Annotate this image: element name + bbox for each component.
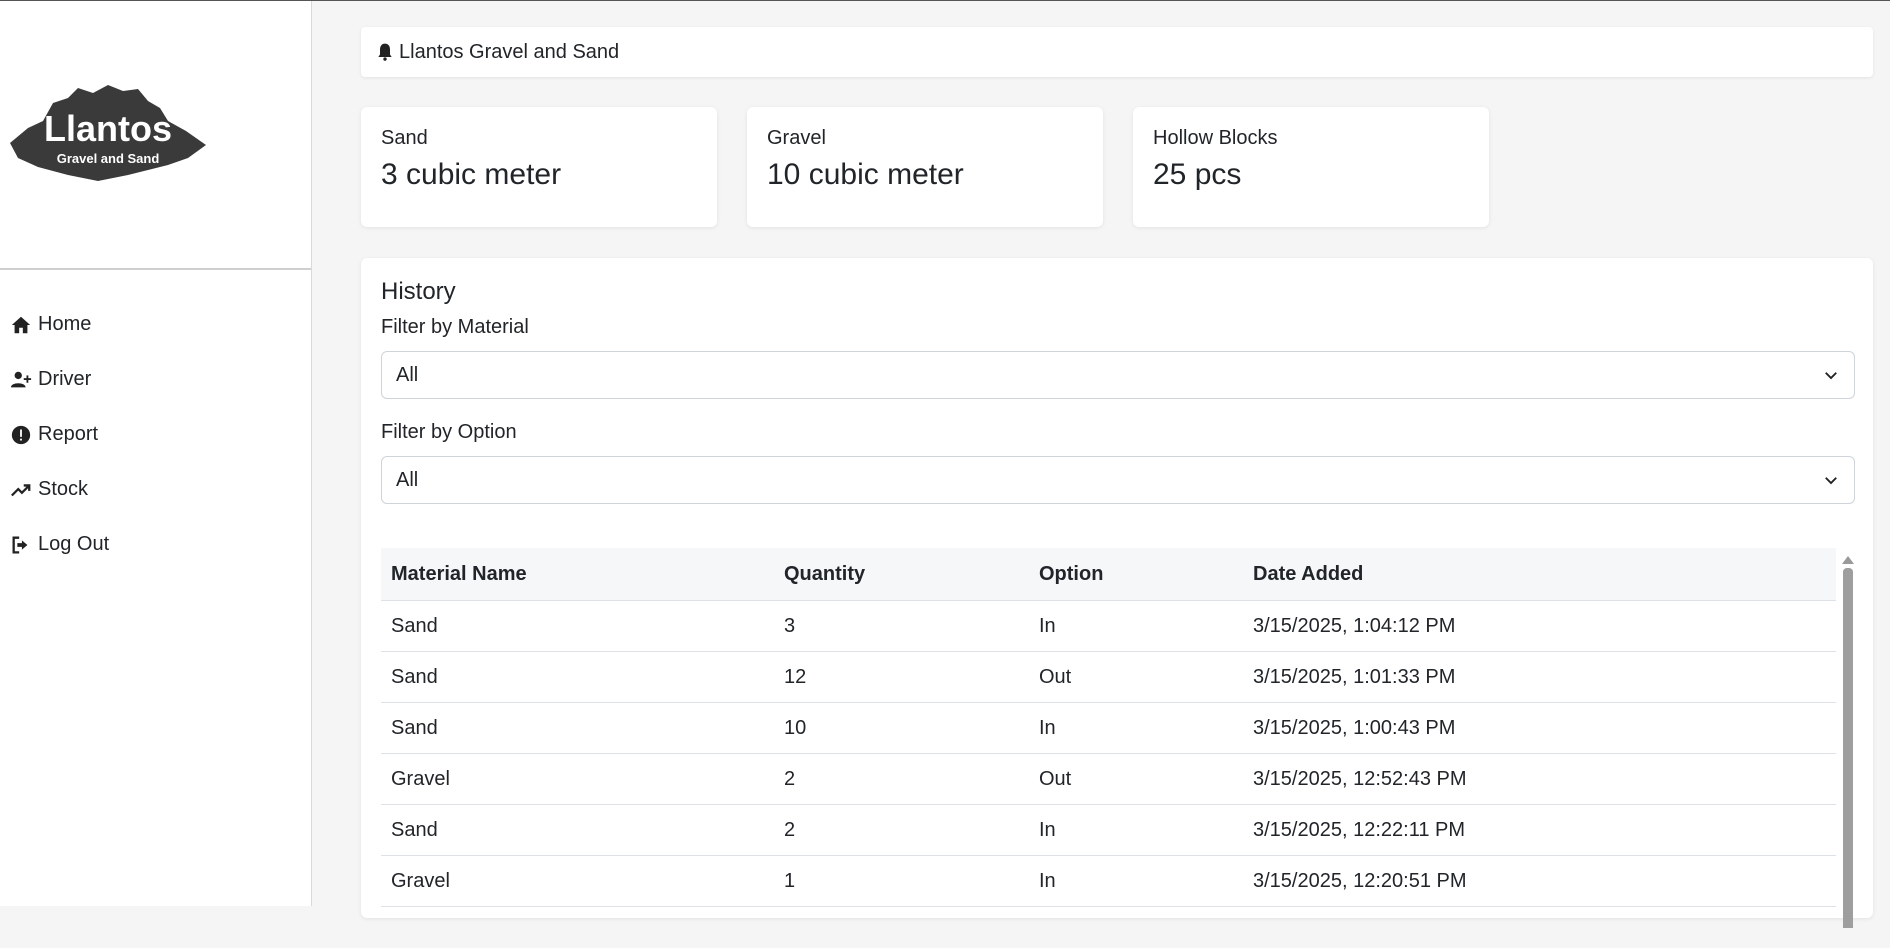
company-logo: Llantos Gravel and Sand	[8, 83, 208, 183]
chevron-down-icon	[1825, 372, 1837, 380]
cell-quantity: 12	[774, 651, 1029, 703]
card-value: 25 pcs	[1153, 158, 1242, 191]
cell-quantity: 3	[774, 600, 1029, 652]
column-header-material: Material Name	[381, 548, 774, 601]
table-header-row: Material Name Quantity Option Date Added	[381, 548, 1836, 601]
cell-date: 3/15/2025, 12:22:11 PM	[1243, 804, 1836, 856]
filter-option-value: All	[396, 468, 419, 491]
cell-date: 3/15/2025, 1:04:12 PM	[1243, 600, 1836, 652]
cell-material: Sand	[381, 804, 774, 856]
sidebar-item-label: Home	[38, 313, 92, 335]
cell-material: Sand	[381, 651, 774, 703]
cell-date: 3/15/2025, 12:20:51 PM	[1243, 855, 1836, 907]
cell-option: In	[1029, 855, 1243, 907]
svg-text:Gravel and Sand: Gravel and Sand	[57, 151, 160, 166]
table-row: Sand 3 In 3/15/2025, 1:04:12 PM	[381, 600, 1836, 652]
card-label: Sand	[381, 127, 428, 149]
cell-quantity: 10	[774, 702, 1029, 754]
filter-material-label: Filter by Material	[381, 316, 529, 338]
trend-up-icon	[11, 483, 31, 496]
card-label: Hollow Blocks	[1153, 127, 1278, 149]
cell-quantity: 2	[774, 804, 1029, 856]
cell-material: Sand	[381, 600, 774, 652]
history-title: History	[381, 278, 456, 305]
scroll-up-arrow-icon[interactable]	[1842, 556, 1854, 564]
table-row: Sand 2 In 3/15/2025, 12:22:11 PM	[381, 804, 1836, 856]
sidebar-nav: Home Driver Report Stock Log Out	[10, 297, 109, 572]
filter-material-select[interactable]: All	[381, 351, 1855, 399]
card-value: 10 cubic meter	[767, 158, 964, 191]
svg-text:Llantos: Llantos	[44, 108, 172, 149]
sidebar-item-label: Driver	[38, 368, 92, 390]
sidebar-item-driver[interactable]: Driver	[10, 352, 109, 407]
sidebar-item-report[interactable]: Report	[10, 407, 109, 462]
cell-quantity: 2	[774, 753, 1029, 805]
header-title: Llantos Gravel and Sand	[399, 40, 620, 63]
cell-option: Out	[1029, 753, 1243, 805]
sidebar-item-stock[interactable]: Stock	[10, 462, 109, 517]
table-scrollbar[interactable]	[1841, 548, 1855, 948]
cell-quantity: 1	[774, 855, 1029, 907]
sidebar-item-logout[interactable]: Log Out	[10, 517, 109, 572]
cell-date: 3/15/2025, 1:01:33 PM	[1243, 651, 1836, 703]
cell-option: In	[1029, 702, 1243, 754]
exclamation-circle-icon	[11, 425, 31, 444]
cell-option: Out	[1029, 651, 1243, 703]
stock-card-hollow-blocks: Hollow Blocks 25 pcs	[1133, 107, 1489, 227]
history-panel: History Filter by Material All Filter by…	[361, 258, 1873, 928]
history-table: Material Name Quantity Option Date Added…	[381, 548, 1836, 907]
sidebar-divider	[0, 268, 311, 270]
chevron-down-icon	[1825, 477, 1837, 485]
cell-option: In	[1029, 804, 1243, 856]
filter-option-select[interactable]: All	[381, 456, 1855, 504]
column-header-quantity: Quantity	[774, 548, 1029, 601]
table-row: Gravel 2 Out 3/15/2025, 12:52:43 PM	[381, 753, 1836, 805]
stock-card-gravel: Gravel 10 cubic meter	[747, 107, 1103, 227]
column-header-option: Option	[1029, 548, 1243, 601]
table-row: Sand 10 In 3/15/2025, 1:00:43 PM	[381, 702, 1836, 754]
column-header-date: Date Added	[1243, 548, 1836, 601]
sidebar-item-home[interactable]: Home	[10, 297, 109, 352]
cell-material: Gravel	[381, 855, 774, 907]
scroll-thumb[interactable]	[1843, 568, 1853, 928]
logout-icon	[12, 536, 28, 553]
cell-material: Sand	[381, 702, 774, 754]
sidebar-item-label: Log Out	[38, 533, 110, 555]
sidebar-item-label: Stock	[38, 478, 89, 500]
card-value: 3 cubic meter	[381, 158, 562, 191]
history-table-container: Material Name Quantity Option Date Added…	[381, 548, 1855, 948]
user-plus-icon	[10, 371, 32, 387]
filter-option-label: Filter by Option	[381, 421, 517, 443]
card-label: Gravel	[767, 127, 826, 149]
cell-material: Gravel	[381, 753, 774, 805]
home-icon	[11, 316, 31, 333]
table-row: Gravel 1 In 3/15/2025, 12:20:51 PM	[381, 855, 1836, 907]
sidebar: Llantos Gravel and Sand Home Driver Repo…	[0, 1, 312, 906]
header-bar: Llantos Gravel and Sand	[361, 27, 1873, 77]
filter-material-value: All	[396, 363, 419, 386]
main-content: Llantos Gravel and Sand Sand 3 cubic met…	[311, 1, 1890, 928]
cell-date: 3/15/2025, 12:52:43 PM	[1243, 753, 1836, 805]
sidebar-item-label: Report	[38, 423, 99, 445]
cell-date: 3/15/2025, 1:00:43 PM	[1243, 702, 1836, 754]
cell-option: In	[1029, 600, 1243, 652]
bell-icon	[378, 43, 392, 61]
table-row: Sand 12 Out 3/15/2025, 1:01:33 PM	[381, 651, 1836, 703]
stock-card-sand: Sand 3 cubic meter	[361, 107, 717, 227]
